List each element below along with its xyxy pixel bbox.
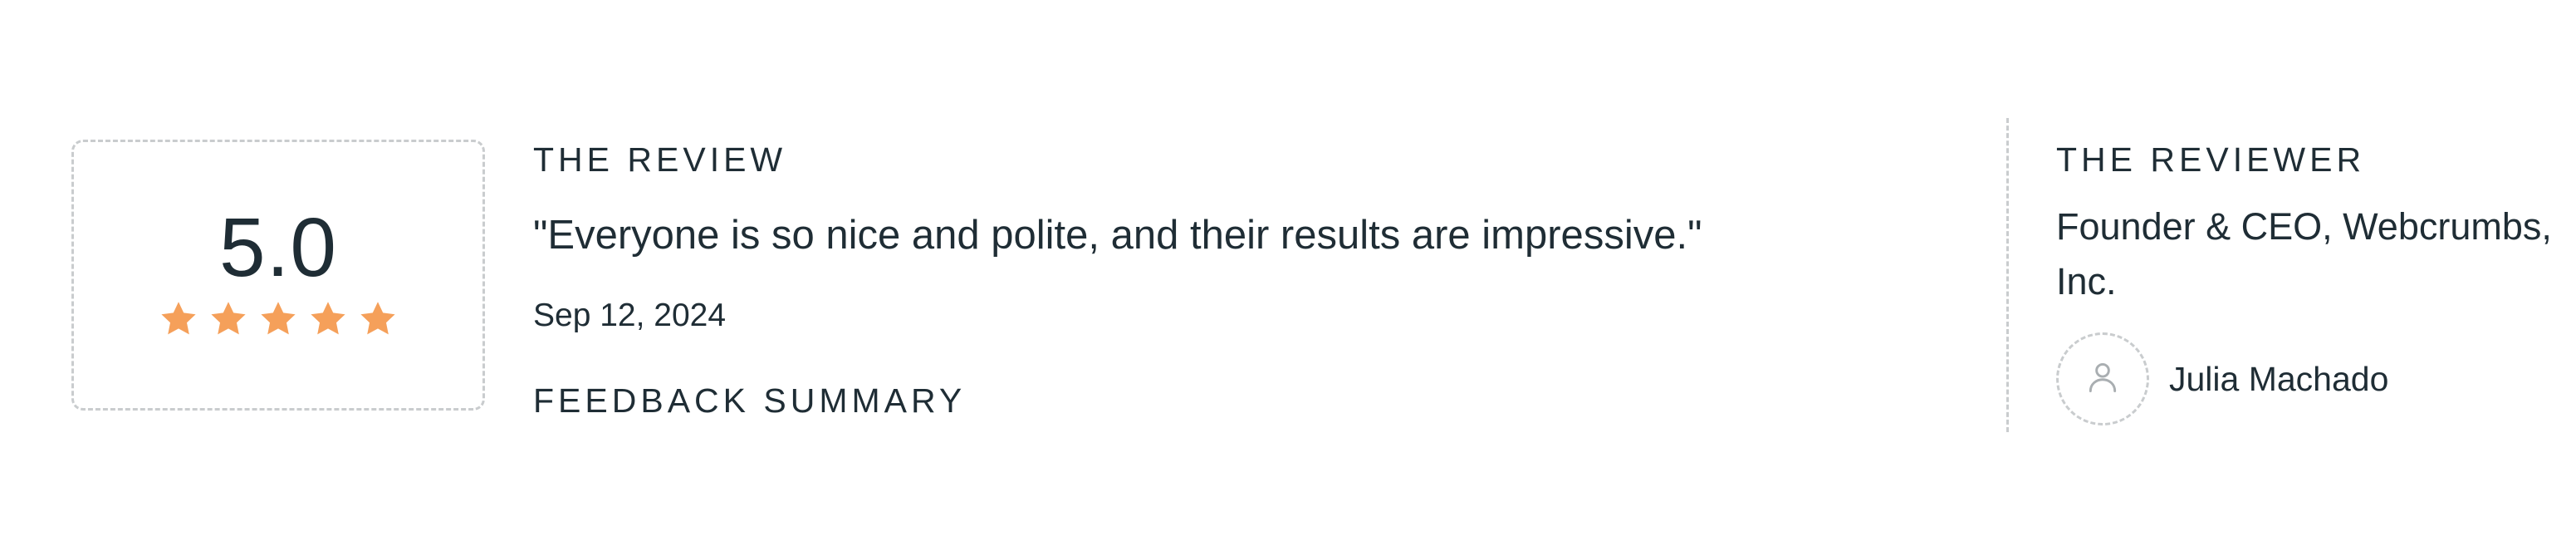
reviewer-section: THE REVIEWER Founder & CEO, Webcrumbs, I… xyxy=(2056,140,2554,425)
review-heading: THE REVIEW xyxy=(533,140,787,179)
rating-box: 5.0 xyxy=(71,140,485,411)
star-icon xyxy=(358,299,398,339)
reviewer-name: Julia Machado xyxy=(2169,359,2389,398)
reviewer-identity: Julia Machado xyxy=(2056,332,2554,425)
star-icon xyxy=(258,299,298,339)
rating-score: 5.0 xyxy=(218,201,337,294)
review-card: 5.0 THE REVIEW "Everyone is so nice and … xyxy=(0,0,2576,546)
review-quote: "Everyone is so nice and polite, and the… xyxy=(533,213,1702,258)
column-divider xyxy=(2006,118,2009,432)
feedback-summary-heading[interactable]: FEEDBACK SUMMARY xyxy=(533,381,1945,421)
star-icon xyxy=(159,299,198,339)
reviewer-heading: THE REVIEWER xyxy=(2056,140,2366,179)
review-section: THE REVIEW "Everyone is so nice and poli… xyxy=(533,140,1945,421)
star-icon xyxy=(308,299,348,339)
avatar xyxy=(2056,332,2149,425)
review-date: Sep 12, 2024 xyxy=(533,298,727,333)
user-icon xyxy=(2084,359,2121,400)
star-icon xyxy=(208,299,248,339)
star-rating xyxy=(159,299,398,339)
reviewer-title: Founder & CEO, Webcrumbs, Inc. xyxy=(2056,205,2552,303)
